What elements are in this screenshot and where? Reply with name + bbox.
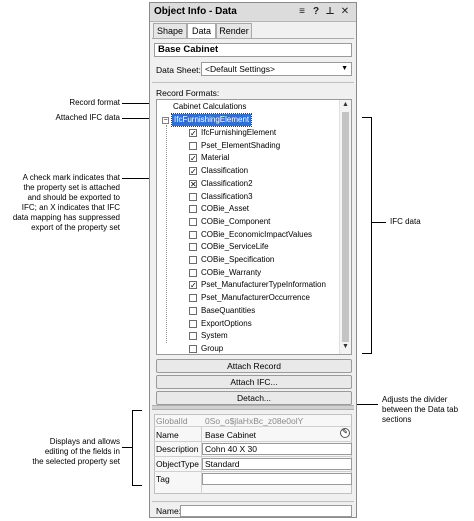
tree-item[interactable]: Pset_ElementShading bbox=[201, 140, 280, 152]
menu-icon[interactable]: ≡ bbox=[296, 6, 308, 17]
checkbox-unchecked[interactable] bbox=[189, 344, 197, 353]
tree-item[interactable]: COBie_Warranty bbox=[201, 267, 261, 279]
annotation-checkmark: A check mark indicates that the property… bbox=[12, 173, 120, 232]
object-info-palette: Object Info - Data ≡ ? ⊥ ✕ Shape Data Re… bbox=[149, 2, 357, 518]
bracket-ifc-data bbox=[371, 117, 372, 353]
scroll-up-icon[interactable]: ▲ bbox=[340, 101, 351, 108]
tree-item[interactable]: COBie_ServiceLife bbox=[201, 241, 269, 253]
tree-item[interactable]: Classification3 bbox=[201, 191, 253, 203]
annotation-fields: Displays and allows editing of the field… bbox=[32, 437, 120, 466]
data-sheet-value: <Default Settings> bbox=[205, 64, 275, 74]
description-input[interactable]: Cohn 40 X 30 bbox=[202, 443, 352, 455]
close-icon[interactable]: ✕ bbox=[339, 6, 351, 17]
tree-item[interactable]: COBie_Component bbox=[201, 216, 270, 228]
tree-item[interactable]: System bbox=[201, 330, 228, 342]
description-label: Description bbox=[156, 444, 199, 454]
tree-item[interactable]: Material bbox=[201, 152, 229, 164]
annotation-divider: Adjusts the divider between the Data tab… bbox=[382, 395, 459, 424]
annotation-ifc-data: IFC data bbox=[390, 217, 421, 226]
object-type-input[interactable]: Standard bbox=[202, 458, 352, 470]
global-id-label: GlobalId bbox=[156, 416, 188, 426]
name-label: Name bbox=[156, 430, 179, 440]
scroll-thumb[interactable] bbox=[342, 112, 349, 342]
tree-item-record[interactable]: Cabinet Calculations bbox=[173, 101, 246, 113]
checkbox-unchecked[interactable] bbox=[189, 306, 197, 315]
annotation-record-format: Record format bbox=[69, 98, 120, 107]
tag-label: Tag bbox=[156, 474, 170, 484]
attach-ifc-button[interactable]: Attach IFC... bbox=[156, 375, 352, 389]
tree-item[interactable]: IfcFurnishingElement bbox=[201, 127, 276, 139]
footer-name-input[interactable] bbox=[180, 505, 352, 517]
tree-scrollbar[interactable]: ▲ ▼ bbox=[339, 100, 351, 354]
tab-data[interactable]: Data bbox=[187, 23, 216, 39]
tree-item[interactable]: Pset_ManufacturerTypeInformation bbox=[201, 279, 326, 291]
checkbox-unchecked[interactable] bbox=[189, 332, 197, 341]
checkbox-unchecked[interactable] bbox=[189, 205, 197, 214]
edit-icon[interactable]: ✎ bbox=[340, 428, 350, 438]
checkbox-unchecked[interactable] bbox=[189, 268, 197, 277]
section-divider[interactable] bbox=[152, 405, 354, 410]
detach-button[interactable]: Detach... bbox=[156, 391, 352, 405]
leader-fields bbox=[122, 447, 132, 448]
scroll-down-icon[interactable]: ▼ bbox=[340, 343, 351, 350]
checkbox-unchecked[interactable] bbox=[189, 141, 197, 150]
checkbox-checked[interactable]: ✓ bbox=[189, 281, 197, 290]
record-formats-label: Record Formats: bbox=[156, 88, 220, 98]
checkbox-checked[interactable]: ✓ bbox=[189, 154, 197, 163]
tab-render[interactable]: Render bbox=[216, 23, 252, 38]
name-value: Base Cabinet bbox=[205, 430, 257, 440]
checkbox-unchecked[interactable] bbox=[189, 256, 197, 264]
tree-item-ifc-root[interactable]: IfcFurnishingElement bbox=[170, 113, 253, 127]
tree-item[interactable]: Pset_ManufacturerOccurrence bbox=[201, 292, 310, 304]
checkbox-unchecked[interactable] bbox=[189, 243, 197, 252]
tree-item[interactable]: Classification bbox=[201, 165, 248, 177]
annotation-attached-ifc: Attached IFC data bbox=[55, 113, 120, 122]
tag-input[interactable] bbox=[202, 473, 352, 485]
tree-item[interactable]: Classification2 bbox=[201, 178, 253, 190]
global-id-value: 0So_o$jlaHxBc_z08e0olY bbox=[205, 416, 304, 426]
chevron-down-icon: ▼ bbox=[341, 65, 348, 72]
checkbox-unchecked[interactable] bbox=[189, 217, 197, 226]
object-name: Base Cabinet bbox=[154, 43, 352, 57]
tree-item[interactable]: COBie_Asset bbox=[201, 203, 249, 215]
data-sheet-label: Data Sheet: bbox=[156, 65, 201, 75]
tree-item[interactable]: BaseQuantities bbox=[201, 305, 255, 317]
pin-icon[interactable]: ⊥ bbox=[324, 6, 336, 17]
leader-ifc-data bbox=[372, 222, 386, 223]
tree-item[interactable]: Group bbox=[201, 343, 223, 354]
object-type-label: ObjectType bbox=[156, 459, 199, 469]
collapse-icon[interactable]: − bbox=[162, 117, 169, 124]
footer-name-label: Name: bbox=[156, 506, 182, 516]
data-sheet-dropdown[interactable]: <Default Settings> ▼ bbox=[201, 62, 352, 76]
checkbox-checked[interactable]: ✓ bbox=[189, 129, 197, 138]
checkbox-unchecked[interactable] bbox=[189, 319, 197, 328]
bracket-fields bbox=[132, 410, 133, 485]
tab-shape[interactable]: Shape bbox=[153, 23, 187, 38]
attach-record-button[interactable]: Attach Record bbox=[156, 359, 352, 373]
checkbox-unchecked[interactable] bbox=[189, 192, 197, 201]
title-bar[interactable]: Object Info - Data ≡ ? ⊥ ✕ bbox=[150, 3, 356, 22]
checkbox-x[interactable]: ✕ bbox=[189, 179, 197, 188]
record-formats-tree[interactable]: Cabinet Calculations − IfcFurnishingElem… bbox=[156, 99, 352, 355]
window-title: Object Info - Data bbox=[154, 6, 237, 17]
checkbox-checked[interactable]: ✓ bbox=[189, 167, 197, 176]
checkbox-unchecked[interactable] bbox=[189, 294, 197, 303]
tree-item[interactable]: COBie_EconomicImpactValues bbox=[201, 229, 312, 241]
checkbox-unchecked[interactable] bbox=[189, 230, 197, 239]
tree-item[interactable]: COBie_Specification bbox=[201, 254, 274, 266]
tree-item[interactable]: ExportOptions bbox=[201, 318, 252, 330]
help-icon[interactable]: ? bbox=[310, 6, 322, 17]
